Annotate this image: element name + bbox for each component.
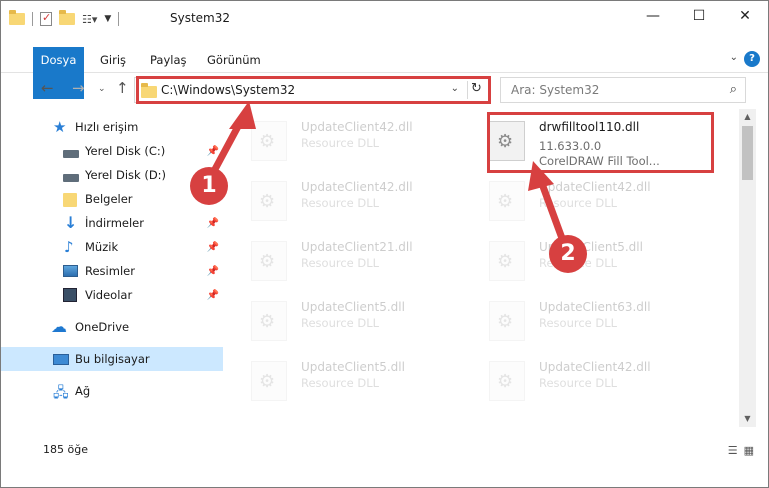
arrow-2 <box>528 161 567 245</box>
arrow-1 <box>209 101 256 177</box>
step-badge-2: 2 <box>549 235 587 273</box>
annotation-arrows <box>209 101 567 245</box>
explorer-window: ☷▾ ▼ System32 — ☐ ✕ Dosya Giriş Paylaş G… <box>0 0 769 488</box>
step-badge-1: 1 <box>190 167 228 205</box>
